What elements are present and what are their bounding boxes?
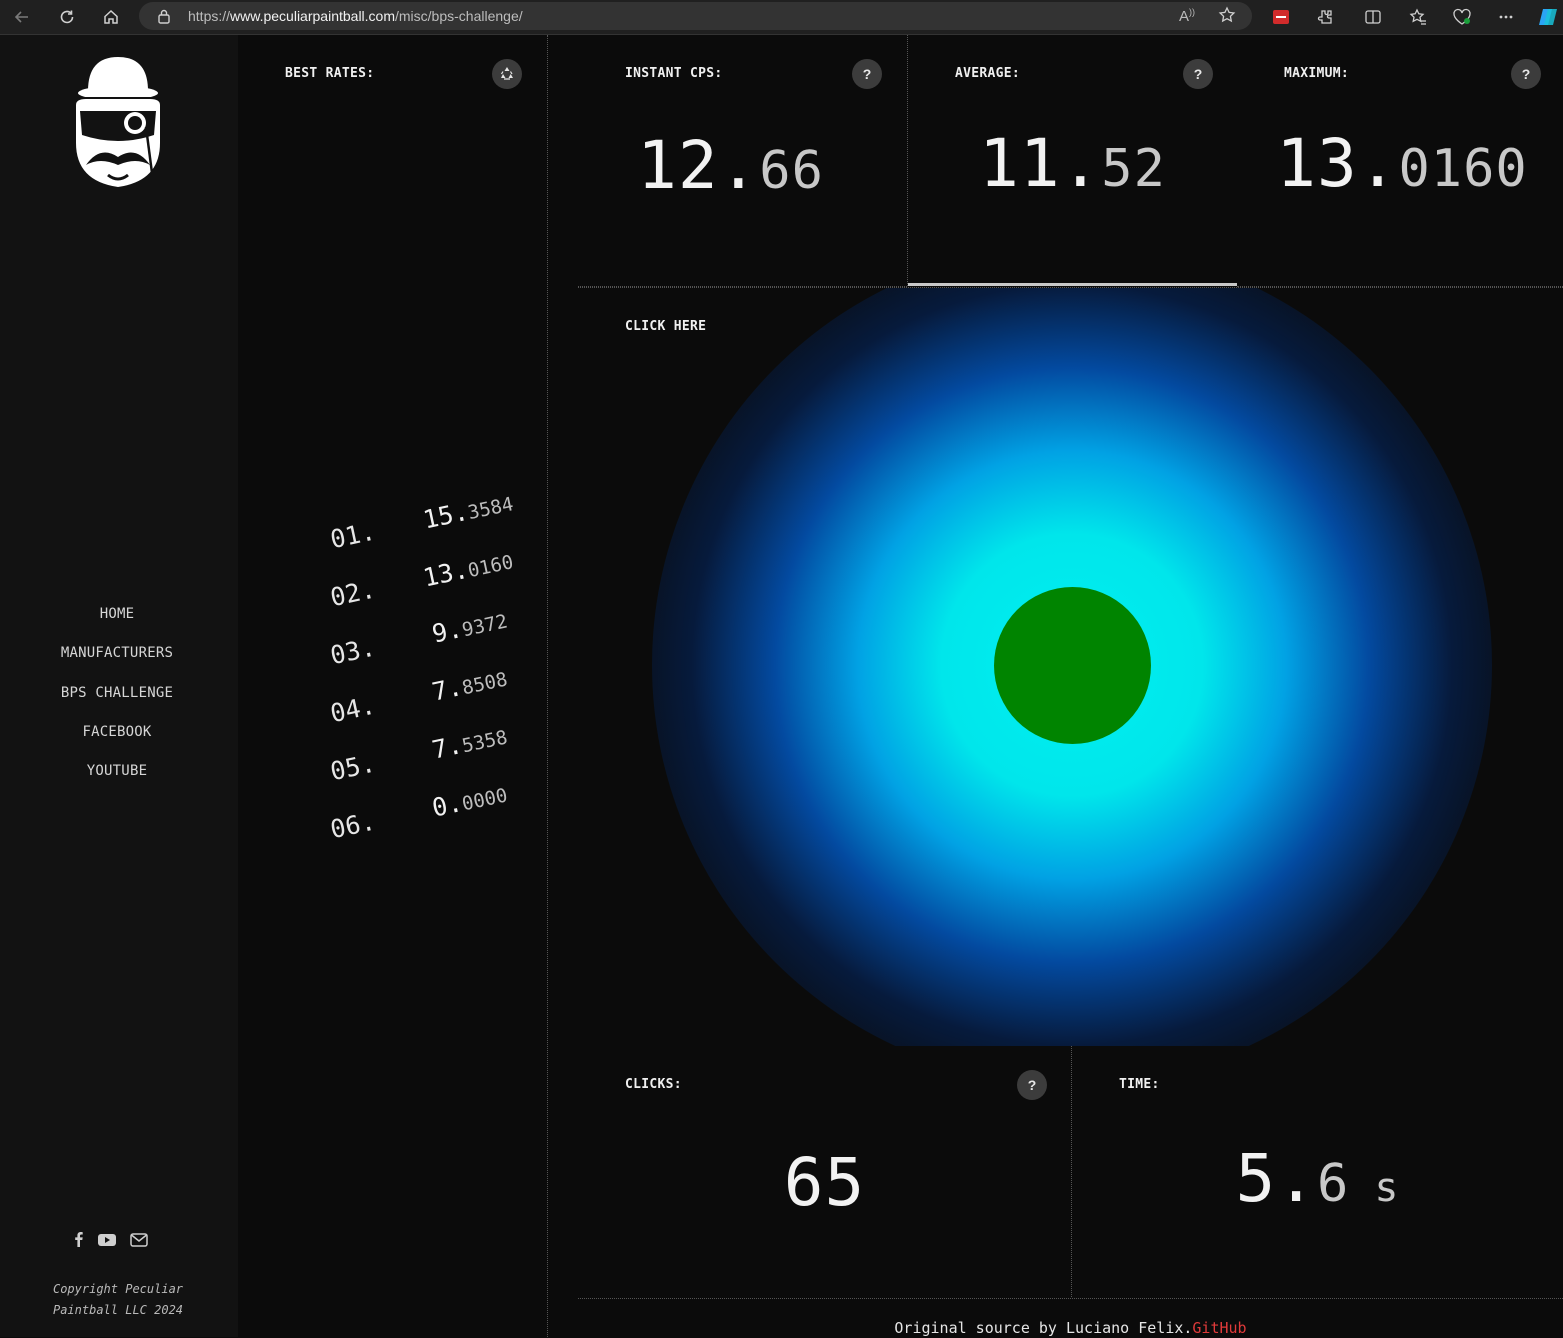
youtube-icon[interactable] [98,1232,116,1251]
click-target[interactable] [994,587,1151,744]
menu-item-manufacturers[interactable]: MANUFACTURERS [0,642,234,681]
best-rates-panel: BEST RATES: 01. 15.3584 02. 13.0160 03. … [238,35,548,1337]
time-label: TIME: [1119,1077,1160,1092]
lock-icon [157,8,171,29]
average-help-button[interactable]: ? [1183,59,1213,89]
footer-text: Original source by Luciano Felix. [894,1319,1193,1337]
rank-value: 13.0160 [420,551,516,593]
click-here-label: CLICK HERE [625,319,707,334]
rank-number: 03. [327,632,378,671]
rank-value: 7.8508 [429,668,510,707]
social-links [72,1231,148,1251]
address-bar[interactable]: https://www.peculiarpaintball.com/misc/b… [139,2,1252,30]
browser-toolbar: https://www.peculiarpaintball.com/misc/b… [0,0,1563,35]
rank-value: 7.5358 [429,726,510,765]
browser-essentials-icon[interactable] [1449,4,1475,30]
menu-item-bps-challenge[interactable]: BPS CHALLENGE [0,682,234,721]
rank-number: 06. [327,806,378,845]
average-panel: AVERAGE: ? 11.52 [907,35,1238,286]
rank-value: 15.3584 [420,493,516,535]
copyright-text: Copyright Peculiar Paintball LLC 2024 [52,1282,184,1317]
favorites-icon[interactable] [1405,4,1431,30]
rank-number: 01. [327,516,378,555]
maximum-label: MAXIMUM: [1284,66,1350,81]
time-value: 5.6 s [1235,1140,1400,1217]
url-text: https://www.peculiarpaintball.com/misc/b… [188,8,523,24]
split-screen-icon[interactable] [1360,4,1386,30]
site-sidebar: HOME MANUFACTURERS BPS CHALLENGE FACEBOO… [0,35,238,1337]
footer: Original source by Luciano Felix.GitHub [578,1298,1563,1338]
home-icon[interactable] [98,4,124,30]
rank-value: 0.0000 [429,784,510,823]
email-icon[interactable] [130,1232,148,1251]
instant-cps-label: INSTANT CPS: [625,66,723,81]
favorite-star-icon[interactable] [1218,6,1236,29]
menu-item-facebook[interactable]: FACEBOOK [0,721,234,760]
reset-recycle-icon[interactable] [492,59,522,89]
facebook-icon[interactable] [72,1231,84,1251]
maximum-panel: MAXIMUM: ? 13.0160 [1237,35,1563,287]
extension-red-icon[interactable] [1268,4,1294,30]
maximum-help-button[interactable]: ? [1511,59,1541,89]
average-value: 11.52 [979,125,1166,202]
instant-cps-help-button[interactable]: ? [852,59,882,89]
best-rates-label: BEST RATES: [285,66,375,81]
github-link[interactable]: GitHub [1192,1319,1246,1337]
maximum-value: 13.0160 [1276,125,1528,202]
clicks-help-button[interactable]: ? [1017,1070,1047,1100]
main-menu: HOME MANUFACTURERS BPS CHALLENGE FACEBOO… [0,603,234,799]
rank-number: 02. [327,574,378,613]
click-area[interactable]: CLICK HERE [578,287,1563,1047]
selected-indicator [908,283,1237,286]
menu-item-home[interactable]: HOME [0,603,234,642]
menu-item-youtube[interactable]: YOUTUBE [0,760,234,799]
rank-number: 05. [327,748,378,787]
time-panel: TIME: 5.6 s [1072,1046,1563,1297]
rank-value: 9.9372 [429,610,510,649]
instant-cps-value: 12.66 [637,127,824,204]
extensions-puzzle-icon[interactable] [1312,4,1338,30]
read-aloud-icon[interactable]: A)) [1179,7,1195,25]
back-icon[interactable] [9,4,35,30]
clicks-label: CLICKS: [625,1077,682,1092]
peculiar-paintball-logo[interactable] [68,53,168,197]
instant-cps-panel: INSTANT CPS: ? 12.66 [578,35,907,287]
copilot-icon[interactable] [1535,4,1561,30]
reload-icon[interactable] [54,4,80,30]
average-label: AVERAGE: [955,66,1021,81]
more-options-icon[interactable] [1493,4,1519,30]
clicks-panel: CLICKS: ? 65 [578,1046,1072,1297]
rank-number: 04. [327,690,378,729]
clicks-value: 65 [783,1144,866,1221]
